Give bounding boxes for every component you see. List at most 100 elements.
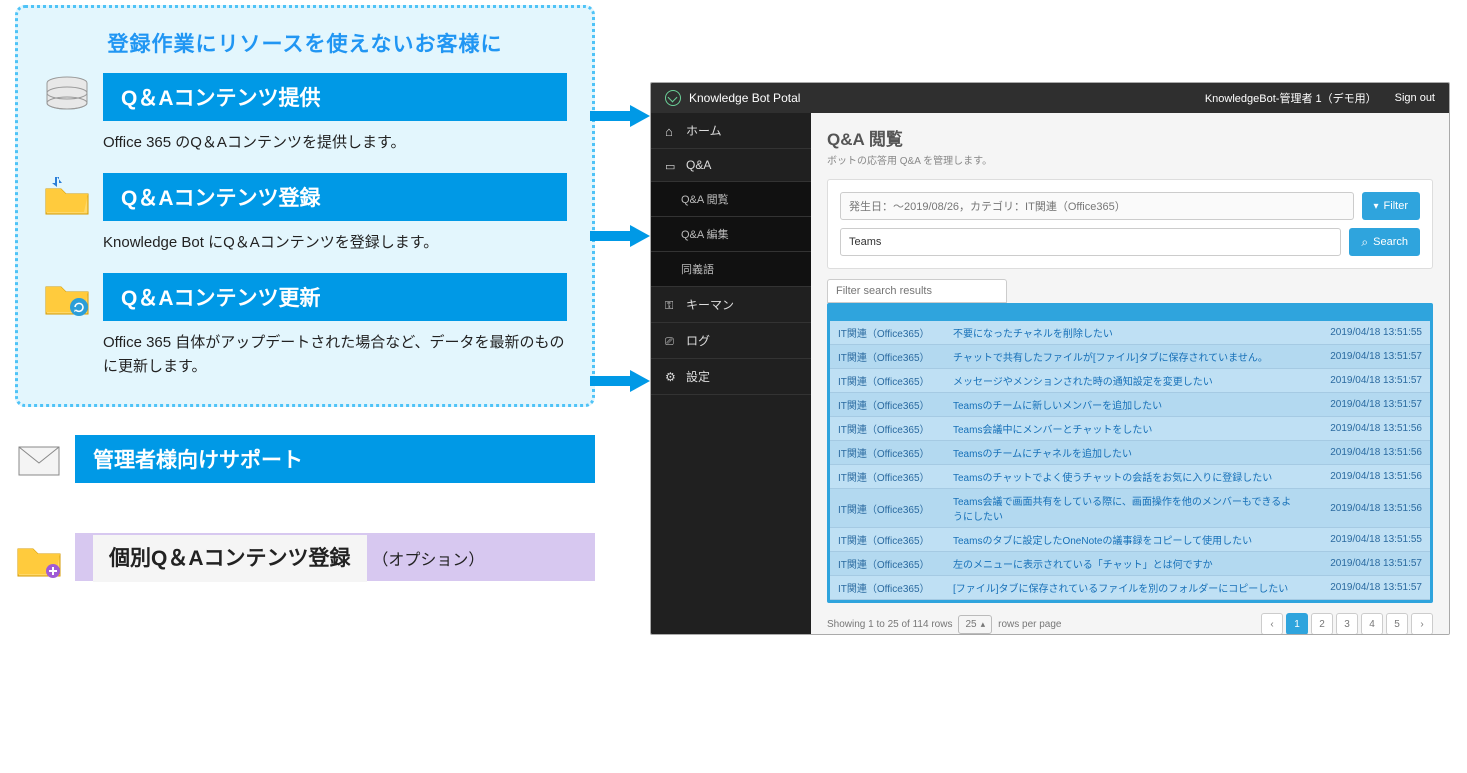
row-date: 2019/04/18 13:51:57	[1292, 558, 1422, 569]
envelope-icon	[15, 439, 63, 481]
row-category: IT関連（Office365）	[838, 349, 953, 364]
brand-text: Knowledge Bot Potal	[689, 91, 800, 105]
row-title: [ファイル]タブに保存されているファイルを別のフォルダーにコピーしたい	[953, 580, 1292, 595]
row-date: 2019/04/18 13:51:55	[1292, 534, 1422, 545]
signout-link[interactable]: Sign out	[1395, 92, 1435, 104]
row-date: 2019/04/18 13:51:56	[1292, 471, 1422, 482]
support-text: 管理者様向けサポート	[75, 435, 595, 483]
page-button[interactable]: ‹	[1261, 613, 1283, 634]
portal-topbar: Knowledge Bot Potal KnowledgeBot-管理者 1（デ…	[651, 83, 1449, 113]
results-table: IT関連（Office365）不要になったチャネルを削除したい2019/04/1…	[827, 303, 1433, 603]
table-row[interactable]: IT関連（Office365）Teamsのチャットでよく使うチャットの会話をお気…	[830, 465, 1430, 489]
feature-register: Q＆Aコンテンツ登録 Knowledge Bot にQ＆Aコンテンツを登録します…	[43, 173, 567, 255]
table-row[interactable]: IT関連（Office365）Teamsのチームにチャネルを追加したい2019/…	[830, 441, 1430, 465]
home-icon	[665, 124, 678, 137]
sidebar-item-log[interactable]: ログ	[651, 323, 811, 359]
table-row[interactable]: IT関連（Office365）左のメニューに表示されている「チャット」とは何です…	[830, 552, 1430, 576]
row-category: IT関連（Office365）	[838, 469, 953, 484]
row-title: Teamsのチャットでよく使うチャットの会話をお気に入りに登録したい	[953, 469, 1292, 484]
row-category: IT関連（Office365）	[838, 373, 953, 388]
row-title: チャットで共有したファイルが[ファイル]タブに保存されていません。	[953, 349, 1292, 364]
brand-icon	[665, 90, 681, 106]
row-title: Teamsのチームにチャネルを追加したい	[953, 445, 1292, 460]
option-badge: 個別Q＆Aコンテンツ登録 （オプション）	[15, 533, 595, 581]
search-icon	[1361, 235, 1368, 250]
page-button[interactable]: ›	[1411, 613, 1433, 634]
feature-title: Q＆Aコンテンツ登録	[103, 173, 567, 221]
row-date: 2019/04/18 13:51:56	[1292, 447, 1422, 458]
sidebar-item-qa-edit[interactable]: Q&A 編集	[651, 217, 811, 252]
current-user[interactable]: KnowledgeBot-管理者 1（デモ用）	[1205, 90, 1377, 106]
arrow-icon	[590, 105, 650, 127]
sidebar-item-settings[interactable]: 設定	[651, 359, 811, 395]
page-size-select[interactable]: 25	[958, 615, 992, 634]
table-row[interactable]: IT関連（Office365）Teamsのチームに新しいメンバーを追加したい20…	[830, 393, 1430, 417]
table-row[interactable]: IT関連（Office365）メッセージやメンションされた時の通知設定を変更した…	[830, 369, 1430, 393]
arrow-icon	[590, 370, 650, 392]
option-main: 個別Q＆Aコンテンツ登録	[93, 535, 367, 582]
page-button[interactable]: 1	[1286, 613, 1308, 634]
gear-icon	[665, 370, 678, 383]
sidebar-item-keyman[interactable]: キーマン	[651, 287, 811, 323]
row-category: IT関連（Office365）	[838, 580, 953, 595]
page-button[interactable]: 5	[1386, 613, 1408, 634]
caret-up-icon	[981, 619, 986, 630]
callout-title: 登録作業にリソースを使えないお客様に	[43, 28, 567, 58]
folder-refresh-icon	[43, 275, 91, 317]
filter-results-input[interactable]	[827, 279, 1007, 303]
feature-desc: Office 365 自体がアップデートされた場合など、データを最新のものに更新…	[103, 331, 567, 379]
database-icon	[43, 75, 91, 117]
row-date: 2019/04/18 13:51:57	[1292, 582, 1422, 593]
filter-button[interactable]: Filter	[1362, 192, 1420, 220]
row-category: IT関連（Office365）	[838, 532, 953, 547]
row-title: Teamsのタブに設定したOneNoteの議事録をコピーして使用したい	[953, 532, 1292, 547]
portal-main: Q&A 閲覧 ボットの応答用 Q&A を管理します。 発生日：〜2019/08/…	[811, 113, 1449, 634]
funnel-icon	[1374, 200, 1379, 212]
sidebar-item-qa[interactable]: Q&A	[651, 149, 811, 182]
table-row[interactable]: IT関連（Office365）[ファイル]タブに保存されているファイルを別のフォ…	[830, 576, 1430, 600]
page-button[interactable]: 2	[1311, 613, 1333, 634]
sidebar: ホーム Q&A Q&A 閲覧 Q&A 編集 同義語 キーマン ログ 設定	[651, 113, 811, 634]
portal-window: Knowledge Bot Potal KnowledgeBot-管理者 1（デ…	[650, 82, 1450, 635]
row-title: Teamsのチームに新しいメンバーを追加したい	[953, 397, 1292, 412]
feature-title: Q＆Aコンテンツ更新	[103, 273, 567, 321]
page-title: Q&A 閲覧	[827, 125, 1433, 150]
row-date: 2019/04/18 13:51:56	[1292, 423, 1422, 434]
sidebar-item-home[interactable]: ホーム	[651, 113, 811, 149]
row-date: 2019/04/18 13:51:55	[1292, 327, 1422, 338]
row-title: Teams会議中にメンバーとチャットをしたい	[953, 421, 1292, 436]
support-badge: 管理者様向けサポート	[15, 435, 595, 483]
row-date: 2019/04/18 13:51:56	[1292, 503, 1422, 514]
page-button[interactable]: 4	[1361, 613, 1383, 634]
page-button[interactable]: 3	[1336, 613, 1358, 634]
sidebar-item-synonym[interactable]: 同義語	[651, 252, 811, 287]
table-row[interactable]: IT関連（Office365）Teams会議で画面共有をしている際に、画面操作を…	[830, 489, 1430, 528]
pager-suffix: rows per page	[998, 619, 1061, 630]
feature-provide: Q＆Aコンテンツ提供 Office 365 のQ＆Aコンテンツを提供します。	[43, 73, 567, 155]
keyman-icon	[665, 298, 678, 311]
row-category: IT関連（Office365）	[838, 445, 953, 460]
search-button[interactable]: Search	[1349, 228, 1420, 256]
log-icon	[665, 334, 678, 347]
feature-title: Q＆Aコンテンツ提供	[103, 73, 567, 121]
page-icon	[665, 159, 678, 172]
row-title: メッセージやメンションされた時の通知設定を変更したい	[953, 373, 1292, 388]
row-category: IT関連（Office365）	[838, 556, 953, 571]
row-title: 左のメニューに表示されている「チャット」とは何ですか	[953, 556, 1292, 571]
sidebar-item-qa-view[interactable]: Q&A 閲覧	[651, 182, 811, 217]
search-card: 発生日：〜2019/08/26，カテゴリ：IT関連（Office365） Fil…	[827, 179, 1433, 269]
search-input[interactable]	[840, 228, 1341, 256]
page-subtitle: ボットの応答用 Q&A を管理します。	[827, 152, 1433, 167]
filter-summary[interactable]: 発生日：〜2019/08/26，カテゴリ：IT関連（Office365）	[840, 192, 1354, 220]
row-category: IT関連（Office365）	[838, 325, 953, 340]
table-row[interactable]: IT関連（Office365）不要になったチャネルを削除したい2019/04/1…	[830, 321, 1430, 345]
row-category: IT関連（Office365）	[838, 421, 953, 436]
pager: Showing 1 to 25 of 114 rows 25 rows per …	[827, 613, 1433, 634]
table-row[interactable]: IT関連（Office365）Teamsのタブに設定したOneNoteの議事録を…	[830, 528, 1430, 552]
row-category: IT関連（Office365）	[838, 501, 953, 516]
row-category: IT関連（Office365）	[838, 397, 953, 412]
feature-desc: Knowledge Bot にQ＆Aコンテンツを登録します。	[103, 231, 567, 255]
table-row[interactable]: IT関連（Office365）チャットで共有したファイルが[ファイル]タブに保存…	[830, 345, 1430, 369]
table-row[interactable]: IT関連（Office365）Teams会議中にメンバーとチャットをしたい201…	[830, 417, 1430, 441]
row-date: 2019/04/18 13:51:57	[1292, 399, 1422, 410]
